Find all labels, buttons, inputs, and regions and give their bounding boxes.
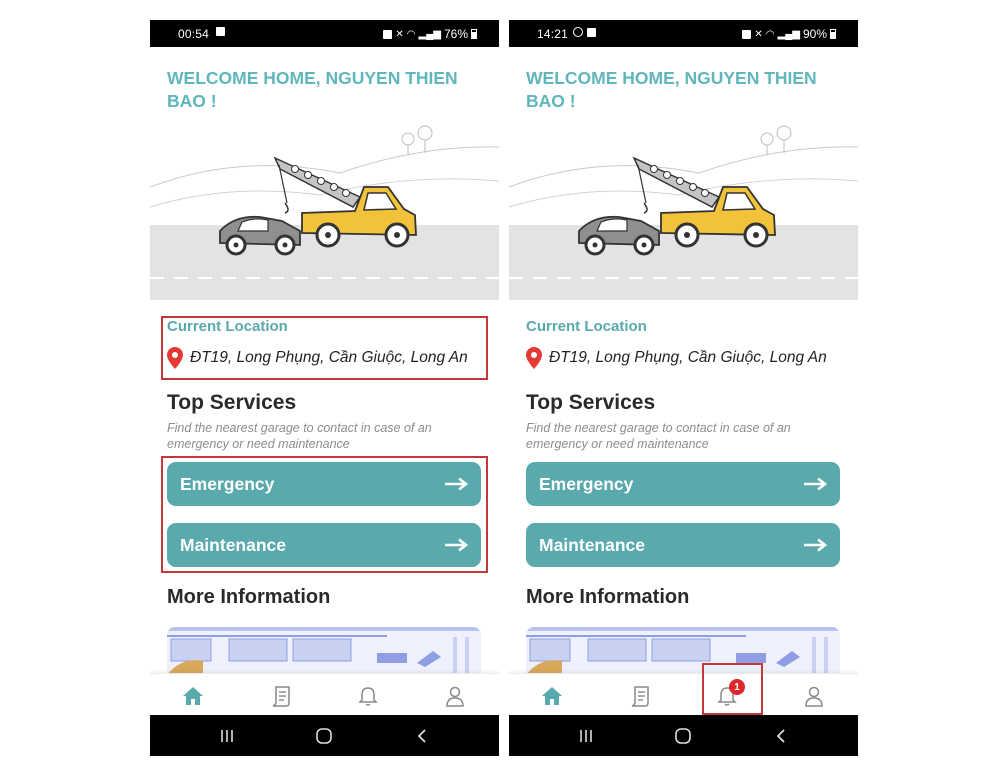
battery-icon — [830, 29, 836, 39]
system-nav-bar — [150, 715, 499, 756]
phone-screen-right: 14:21 ✕ ◠ ▂▄▆ 90% WELCOME HOME, NGUYEN T… — [509, 20, 858, 756]
mute-icon: ✕ — [395, 28, 404, 40]
more-information-title: More Information — [526, 586, 690, 608]
top-services-subtitle: Find the nearest garage to contact in ca… — [526, 421, 791, 451]
back-icon — [417, 729, 426, 743]
welcome-title: WELCOME HOME, NGUYEN THIEN BAO ! — [167, 68, 458, 111]
bottom-nav — [150, 673, 499, 715]
back-icon — [776, 729, 785, 743]
status-time: 14:21 — [537, 27, 569, 41]
top-services-subtitle: Find the nearest garage to contact in ca… — [167, 421, 432, 451]
location-pin-icon — [167, 347, 183, 369]
current-location-address: ĐT19, Long Phụng, Cần Giuộc, Long An — [549, 349, 827, 366]
current-location-address: ĐT19, Long Phụng, Cần Giuộc, Long An — [190, 349, 468, 366]
signal-icon: ▂▄▆ — [777, 28, 800, 40]
maintenance-button[interactable]: Maintenance — [526, 523, 840, 567]
wifi-icon: ◠ — [406, 28, 416, 40]
nav-orders[interactable] — [268, 683, 294, 709]
location-pin-icon — [526, 347, 542, 369]
more-information-banner[interactable] — [167, 627, 481, 675]
home-circle-icon — [316, 728, 332, 744]
nav-profile[interactable] — [442, 683, 468, 709]
gallery-icon — [216, 27, 225, 36]
nav-notifications[interactable] — [355, 683, 381, 709]
emergency-button-label: Emergency — [180, 473, 275, 494]
tow-truck-illustration — [509, 125, 858, 300]
alarm-icon — [742, 29, 752, 39]
system-home-button[interactable] — [314, 726, 334, 746]
arrow-right-icon — [804, 538, 828, 552]
emergency-button-label: Emergency — [539, 473, 634, 494]
back-button[interactable] — [771, 726, 791, 746]
profile-icon — [805, 686, 823, 707]
more-information-title: More Information — [167, 586, 331, 608]
recents-button[interactable] — [217, 726, 237, 746]
bell-icon — [358, 687, 378, 706]
arrow-right-icon — [445, 538, 469, 552]
current-location-title: Current Location — [526, 318, 647, 335]
maintenance-button-label: Maintenance — [539, 534, 645, 555]
system-nav-bar — [509, 715, 858, 756]
battery-percent: 76% — [443, 27, 468, 41]
top-services-title: Top Services — [526, 391, 656, 414]
status-time: 00:54 — [178, 27, 210, 41]
emergency-button[interactable]: Emergency — [167, 462, 481, 506]
battery-icon — [471, 29, 477, 39]
gallery-icon — [587, 27, 596, 37]
recents-button[interactable] — [576, 726, 596, 746]
arrow-right-icon — [804, 477, 828, 491]
recents-icon — [580, 730, 592, 742]
current-location-row[interactable]: ĐT19, Long Phụng, Cần Giuộc, Long An — [526, 347, 827, 369]
welcome-title: WELCOME HOME, NGUYEN THIEN BAO ! — [526, 68, 817, 111]
home-icon — [183, 687, 203, 705]
home-icon — [542, 687, 562, 705]
status-bar: 00:54 ✕ ◠ ▂▄▆ 76% — [150, 20, 499, 47]
nav-home[interactable] — [180, 683, 206, 709]
signal-icon: ▂▄▆ — [418, 28, 441, 40]
orders-icon — [631, 686, 649, 707]
top-services-title: Top Services — [167, 391, 297, 414]
battery-percent: 90% — [802, 27, 827, 41]
arrow-right-icon — [445, 477, 469, 491]
emergency-button[interactable]: Emergency — [526, 462, 840, 506]
profile-icon — [446, 686, 464, 707]
wifi-icon: ◠ — [765, 28, 775, 40]
status-bar: 14:21 ✕ ◠ ▂▄▆ 90% — [509, 20, 858, 47]
recents-icon — [221, 730, 233, 742]
current-location-title: Current Location — [167, 318, 288, 335]
mute-icon: ✕ — [754, 28, 763, 40]
notification-badge: 1 — [729, 679, 745, 695]
current-location-row[interactable]: ĐT19, Long Phụng, Cần Giuộc, Long An — [167, 347, 468, 369]
nav-profile[interactable] — [801, 683, 827, 709]
nav-notifications[interactable]: 1 — [714, 679, 745, 709]
nav-home[interactable] — [539, 683, 565, 709]
alarm-icon — [383, 29, 393, 39]
home-circle-icon — [675, 728, 691, 744]
nav-orders[interactable] — [627, 683, 653, 709]
phone-screen-left: 00:54 ✕ ◠ ▂▄▆ 76% WELCOME HOME, NGUYEN T… — [150, 20, 499, 756]
system-home-button[interactable] — [673, 726, 693, 746]
back-button[interactable] — [412, 726, 432, 746]
maintenance-button-label: Maintenance — [180, 534, 286, 555]
maintenance-button[interactable]: Maintenance — [167, 523, 481, 567]
drive-icon — [573, 27, 583, 37]
more-information-banner[interactable] — [526, 627, 840, 675]
tow-truck-illustration — [150, 125, 499, 300]
bottom-nav: 1 — [509, 673, 858, 715]
orders-icon — [272, 686, 290, 707]
